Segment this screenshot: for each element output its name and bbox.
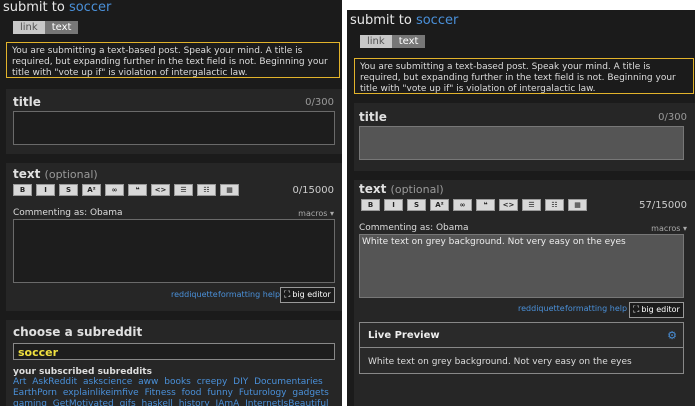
expand-icon: ⛶ (633, 305, 640, 315)
italic-button[interactable]: I (36, 184, 55, 196)
left-submit-panel: submit to soccer link text You are submi… (0, 0, 342, 406)
strikethrough-button[interactable]: S (59, 184, 78, 196)
formatting-help-link[interactable]: formatting help (218, 290, 280, 299)
quote-button[interactable]: ❝ (476, 199, 495, 211)
bullet-list-button[interactable]: ☰ (522, 199, 541, 211)
live-preview-body: White text on grey background. Not very … (368, 357, 632, 367)
subreddit-link[interactable]: soccer (69, 0, 111, 15)
formatting-toolbar: B I S A² ∞ ❝ <> ☰ ☷ ▦ (13, 184, 239, 196)
table-button[interactable]: ▦ (220, 184, 239, 196)
commenting-as: Commenting as: Obama (359, 223, 469, 233)
bold-button[interactable]: B (13, 184, 32, 196)
table-button[interactable]: ▦ (568, 199, 587, 211)
title-prefix: submit to (350, 13, 416, 28)
formatting-help-link[interactable]: formatting help (565, 304, 627, 313)
live-preview-panel: Live Preview ⚙ White text on grey backgr… (359, 322, 684, 374)
title-section: title 0/300 (354, 103, 695, 171)
page-title: submit to soccer (350, 13, 458, 28)
quote-button[interactable]: ❝ (128, 184, 147, 196)
bold-button[interactable]: B (361, 199, 380, 211)
number-list-button[interactable]: ☷ (197, 184, 216, 196)
subreddit-link[interactable]: soccer (416, 13, 458, 28)
right-submit-panel: submit to soccer link text You are submi… (347, 10, 695, 406)
text-input-value: White text on grey background. Not very … (362, 237, 626, 247)
reddiquette-link[interactable]: reddiquette (171, 290, 218, 299)
text-section: text (optional) B I S A² ∞ ❝ <> ☰ ☷ ▦ 57… (354, 180, 695, 406)
macros-dropdown[interactable]: macros ▾ (298, 209, 334, 218)
subscribed-label: your subscribed subreddits (13, 367, 152, 377)
commenting-as: Commenting as: Obama (13, 208, 123, 218)
post-type-tabs: link text (360, 35, 426, 48)
gear-icon[interactable]: ⚙ (667, 329, 677, 342)
title-input[interactable] (13, 111, 335, 145)
text-counter: 57/15000 (639, 200, 687, 211)
text-label: text (optional) (13, 167, 98, 181)
post-type-tabs: link text (13, 21, 79, 34)
title-prefix: submit to (3, 0, 69, 15)
superscript-button[interactable]: A² (82, 184, 101, 196)
submission-notice: You are submitting a text-based post. Sp… (6, 42, 340, 78)
subscribed-subreddits-list[interactable]: Art AskReddit askscience aww books creep… (13, 377, 333, 406)
text-label: text (optional) (359, 182, 444, 196)
formatting-toolbar: B I S A² ∞ ❝ <> ☰ ☷ ▦ (361, 199, 587, 211)
title-input[interactable] (359, 126, 684, 160)
title-section: title 0/300 (6, 89, 342, 154)
tab-text[interactable]: text (391, 35, 426, 48)
live-preview-header: Live Preview ⚙ (360, 323, 683, 348)
expand-icon: ⛶ (284, 290, 291, 300)
tab-link[interactable]: link (13, 21, 45, 34)
subreddit-section: choose a subreddit soccer your subscribe… (6, 320, 342, 406)
text-section: text (optional) B I S A² ∞ ❝ <> ☰ ☷ ▦ 0/… (6, 163, 342, 311)
text-counter: 0/15000 (292, 185, 334, 196)
big-editor-button[interactable]: ⛶ big editor (280, 287, 335, 303)
reddiquette-link[interactable]: reddiquette (518, 304, 565, 313)
code-button[interactable]: <> (151, 184, 170, 196)
title-counter: 0/300 (305, 97, 334, 108)
tab-link[interactable]: link (360, 35, 392, 48)
submission-notice: You are submitting a text-based post. Sp… (354, 58, 694, 94)
title-label: title (13, 95, 41, 109)
title-counter: 0/300 (658, 112, 687, 123)
strikethrough-button[interactable]: S (407, 199, 426, 211)
number-list-button[interactable]: ☷ (545, 199, 564, 211)
subreddit-input[interactable]: soccer (13, 343, 335, 360)
superscript-button[interactable]: A² (430, 199, 449, 211)
link-button[interactable]: ∞ (453, 199, 472, 211)
page-title: submit to soccer (3, 0, 111, 15)
macros-dropdown[interactable]: macros ▾ (651, 224, 687, 233)
live-preview-title: Live Preview (368, 330, 440, 341)
big-editor-button[interactable]: ⛶ big editor (629, 302, 684, 318)
link-button[interactable]: ∞ (105, 184, 124, 196)
text-input[interactable]: White text on grey background. Not very … (359, 234, 684, 298)
tab-text[interactable]: text (44, 21, 79, 34)
bullet-list-button[interactable]: ☰ (174, 184, 193, 196)
subreddit-label: choose a subreddit (13, 325, 143, 339)
text-input[interactable] (13, 219, 335, 283)
title-label: title (359, 110, 387, 124)
code-button[interactable]: <> (499, 199, 518, 211)
italic-button[interactable]: I (384, 199, 403, 211)
